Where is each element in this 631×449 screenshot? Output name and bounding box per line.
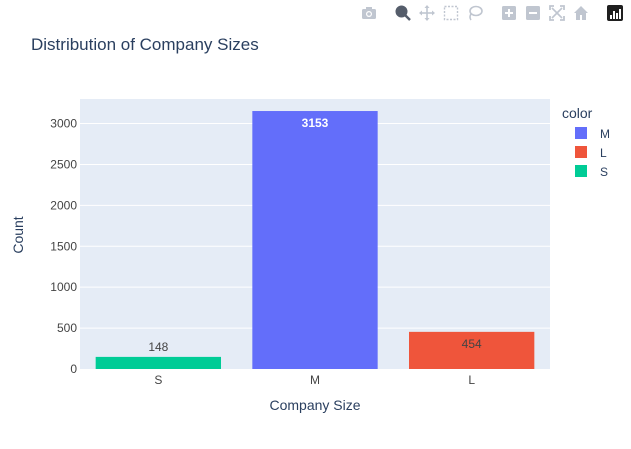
y-tick-label: 500 [57, 321, 77, 335]
legend-title: color [562, 105, 593, 121]
legend-swatch-S[interactable] [575, 165, 587, 177]
bar-value-label: 148 [148, 340, 168, 354]
y-tick-label: 0 [70, 362, 77, 376]
y-tick-label: 2000 [50, 198, 77, 212]
x-axis-ticks: SML [154, 373, 475, 387]
legend-entry-L[interactable]: L [600, 146, 607, 160]
legend: color MLS [562, 105, 610, 179]
y-tick-label: 3000 [50, 117, 77, 131]
bar-value-label: 454 [462, 337, 482, 351]
bar-M[interactable] [252, 111, 378, 369]
legend-entry-M[interactable]: M [600, 127, 610, 141]
legend-swatch-M[interactable] [575, 127, 587, 139]
x-tick-label: M [310, 373, 320, 387]
legend-swatch-L[interactable] [575, 146, 587, 158]
y-tick-label: 2500 [50, 157, 77, 171]
y-axis-label: Count [10, 216, 26, 253]
bar-value-label: 3153 [302, 116, 329, 130]
x-axis-label: Company Size [269, 397, 360, 413]
y-axis-ticks: 0 500 1000 1500 2000 2500 3000 [50, 117, 77, 376]
x-tick-label: S [154, 373, 162, 387]
y-tick-label: 1000 [50, 280, 77, 294]
chart-title: Distribution of Company Sizes [31, 35, 259, 54]
legend-entry-S[interactable]: S [600, 165, 608, 179]
y-tick-label: 1500 [50, 239, 77, 253]
x-tick-label: L [468, 373, 475, 387]
bar-S[interactable] [95, 356, 221, 369]
bar-chart: Distribution of Company Sizes 3153 454 148… [10, 35, 610, 413]
